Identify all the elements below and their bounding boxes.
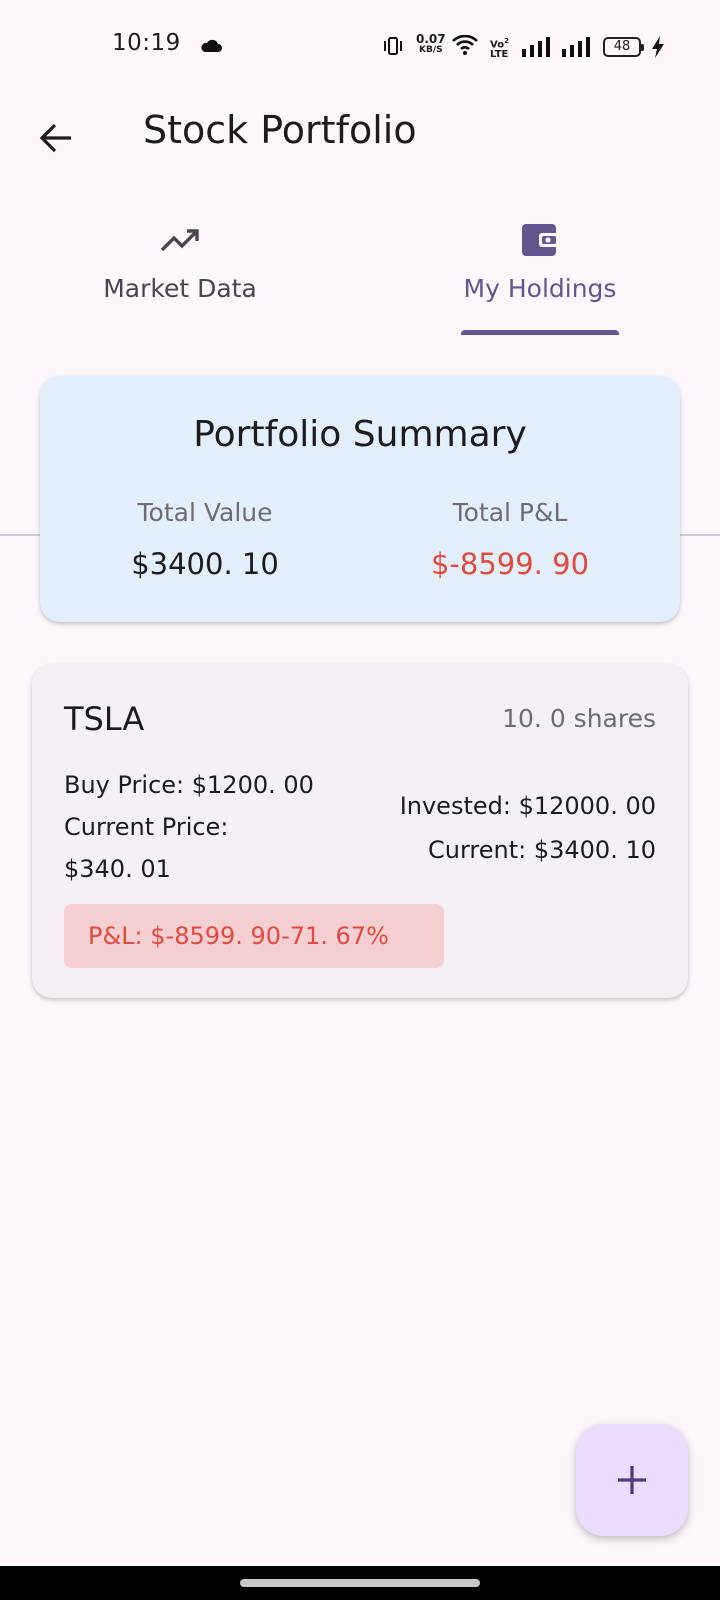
- app-bar: Stock Portfolio: [0, 92, 720, 192]
- tab-indicator: [461, 330, 619, 335]
- tab-label: My Holdings: [463, 274, 617, 303]
- wifi-icon: [452, 34, 478, 59]
- network-speed: 0.07 KB/S: [416, 32, 446, 56]
- trending-up-icon: [160, 220, 200, 260]
- invested-amount: Invested: $12000. 00: [399, 792, 656, 820]
- holding-value-details: Invested: $12000. 00 Current: $3400. 10: [400, 784, 656, 872]
- status-bar: 10:19 0.07 KB/S Vo2 LTE 48: [0, 0, 720, 92]
- volte-sim: 2: [504, 37, 509, 45]
- vibrate-icon: [383, 37, 403, 59]
- charging-bolt-icon: [652, 36, 664, 62]
- status-time: 10:19: [112, 30, 181, 56]
- total-pnl-section: Total P&L $-8599. 90: [400, 498, 620, 581]
- holding-ticker: TSLA: [64, 700, 145, 738]
- current-amount: Current: $3400. 10: [428, 836, 656, 864]
- total-pnl: $-8599. 90: [430, 547, 590, 581]
- back-button[interactable]: [30, 112, 82, 164]
- wallet-icon: [521, 220, 559, 260]
- summary-title: Portfolio Summary: [193, 414, 527, 455]
- plus-icon: [618, 1466, 646, 1494]
- holding-card[interactable]: TSLA 10. 0 shares Buy Price: $1200. 00 C…: [32, 664, 688, 998]
- total-value: $3400. 10: [131, 547, 279, 581]
- arrow-left-icon: [39, 123, 71, 153]
- battery-indicator: 48: [603, 37, 644, 57]
- cloud-icon: [200, 38, 222, 57]
- network-speed-unit: KB/S: [419, 45, 443, 55]
- total-pnl-label: Total P&L: [452, 498, 568, 527]
- tab-market-data[interactable]: Market Data: [0, 200, 360, 334]
- volte-bottom: LTE: [490, 49, 509, 61]
- network-speed-value: 0.07: [416, 32, 446, 46]
- holding-pnl-badge: P&L: $-8599. 90-71. 67%: [64, 904, 444, 968]
- current-price-label: Current Price:: [64, 813, 229, 841]
- buy-price: Buy Price: $1200. 00: [64, 771, 314, 799]
- holding-shares: 10. 0 shares: [502, 704, 656, 733]
- add-holding-button[interactable]: [576, 1424, 688, 1536]
- tab-bar: Market Data My Holdings: [0, 200, 720, 536]
- volte-indicator: Vo2 LTE: [490, 36, 509, 60]
- signal-strength-icon: [562, 37, 594, 61]
- home-indicator[interactable]: [240, 1579, 480, 1587]
- tab-my-holdings[interactable]: My Holdings: [360, 200, 720, 334]
- portfolio-summary-card: Portfolio Summary Total Value $3400. 10 …: [40, 376, 680, 622]
- total-value-label: Total Value: [137, 498, 273, 527]
- tab-label: Market Data: [103, 274, 257, 303]
- page-title: Stock Portfolio: [143, 108, 417, 152]
- total-value-section: Total Value $3400. 10: [95, 498, 315, 581]
- holding-price-details: Buy Price: $1200. 00 Current Price: $340…: [64, 764, 364, 890]
- system-navigation-bar: [0, 1566, 720, 1600]
- current-price-value: $340. 01: [64, 855, 171, 883]
- signal-strength-icon: [522, 37, 554, 61]
